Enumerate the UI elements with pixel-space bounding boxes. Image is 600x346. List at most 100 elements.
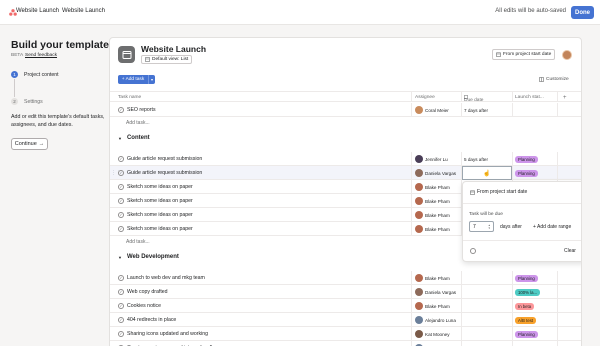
avatar[interactable] (415, 316, 423, 324)
complete-checkbox-icon[interactable]: ✓ (118, 211, 124, 218)
avatar[interactable] (415, 302, 423, 310)
avatar[interactable] (415, 169, 423, 177)
status-badge[interactable]: Planning (515, 169, 538, 177)
column-divider[interactable] (411, 92, 412, 102)
column-divider[interactable] (461, 92, 462, 102)
table-row[interactable]: ✓ Launch to web dev and mkg team Blake Pha… (110, 271, 581, 285)
assignee-name[interactable]: Blake Pham (425, 276, 450, 281)
days-offset-value[interactable]: 7 (473, 224, 476, 230)
avatar[interactable] (415, 106, 423, 114)
complete-checkbox-icon[interactable]: ✓ (118, 155, 124, 162)
avatar[interactable] (415, 197, 423, 205)
avatar[interactable] (562, 50, 572, 60)
table-row[interactable]: ✓ Cookies notice Blake Pham In beta (110, 299, 581, 313)
from-project-start-date-button[interactable]: From project start date (492, 49, 556, 60)
continue-button[interactable]: Continue → (11, 138, 48, 150)
task-name[interactable]: Sketch some ideas on paper (127, 212, 193, 218)
complete-checkbox-icon[interactable]: ✓ (118, 225, 124, 232)
column-due-date[interactable]: Due date (464, 95, 483, 103)
complete-checkbox-icon[interactable]: ✓ (118, 288, 124, 295)
assignee-name[interactable]: Blake Pham (425, 213, 450, 218)
assignee-name[interactable]: Daniela Vargas (425, 290, 456, 295)
step-settings[interactable]: Settings (24, 99, 43, 105)
section-title[interactable]: Web Development (127, 254, 179, 260)
status-badge[interactable]: Planning (515, 330, 538, 338)
add-column-button[interactable]: + (563, 95, 567, 101)
assignee-name[interactable]: Blake Pham (425, 199, 450, 204)
status-badge[interactable]: Planning (515, 274, 538, 282)
task-name[interactable]: Sketch some ideas on paper (127, 198, 193, 204)
avatar[interactable] (415, 183, 423, 191)
assignee-name[interactable]: Alejandro Luna (425, 318, 456, 323)
assignee-name[interactable]: Blake Pham (425, 304, 450, 309)
done-button[interactable]: Done (571, 6, 594, 19)
breadcrumb-project[interactable]: Website Launch (16, 8, 59, 14)
avatar[interactable] (415, 330, 423, 338)
assignee-name[interactable]: Jennifer Lu (425, 157, 448, 162)
complete-checkbox-icon[interactable]: ✓ (118, 302, 124, 309)
avatar[interactable] (415, 288, 423, 296)
default-view-button[interactable]: Default view: List (141, 55, 193, 64)
status-badge[interactable]: In beta (515, 302, 535, 310)
task-name[interactable]: Sharing icons updated and working (127, 331, 208, 337)
complete-checkbox-icon[interactable]: ✓ (118, 197, 124, 204)
chevron-down-icon[interactable]: ▼ (118, 136, 122, 141)
complete-checkbox-icon[interactable]: ✓ (118, 169, 124, 176)
assignee-name[interactable]: Daniela Vargas (425, 171, 456, 176)
section-header[interactable]: ▼ Content (118, 135, 150, 141)
breadcrumb-template[interactable]: Website Launch (62, 8, 105, 14)
status-badge[interactable]: 100% la... (515, 288, 541, 296)
avatar[interactable] (415, 155, 423, 163)
complete-checkbox-icon[interactable]: ✓ (118, 316, 124, 323)
complete-checkbox-icon[interactable]: ✓ (118, 330, 124, 337)
table-row[interactable]: ✓ Guide article request submission Jennife… (110, 152, 581, 166)
from-project-start-date-option[interactable]: From project start date (470, 189, 527, 195)
table-row[interactable]: ✓Create user journey and interaction flo… (110, 341, 581, 346)
add-task-inline-button[interactable]: Add task... (126, 239, 150, 245)
avatar[interactable] (415, 274, 423, 282)
chevron-down-icon[interactable]: ▼ (118, 255, 122, 260)
task-name[interactable]: Guide article request submission (127, 170, 202, 176)
step-project-content[interactable]: Project content (24, 72, 59, 78)
task-name[interactable]: Web copy drafted (127, 289, 168, 295)
section-title[interactable]: Content (127, 135, 150, 141)
assignee-name[interactable]: Kat Mooney (425, 332, 450, 337)
table-row[interactable]: ✓ Web copy drafted Daniela Vargas 100% la..… (110, 285, 581, 299)
add-task-inline-button[interactable]: Add task... (126, 120, 150, 126)
add-date-range-button[interactable]: + Add date range (533, 224, 571, 230)
customize-button[interactable]: Customize (539, 77, 569, 82)
table-row[interactable]: ✓ SEO reports Coral Meier 7 days after (110, 103, 581, 117)
task-name[interactable]: Cookies notice (127, 303, 161, 309)
assignee-name[interactable]: Blake Pham (425, 227, 450, 232)
task-name[interactable]: Sketch some ideas on paper (127, 184, 193, 190)
table-row[interactable]: ✓ Sharing icons updated and working Kat Mo… (110, 327, 581, 341)
assignee-name[interactable]: Blake Pham (425, 185, 450, 190)
add-task-button[interactable]: + Add task (118, 75, 148, 84)
column-assignee[interactable]: Assignee (415, 95, 435, 100)
column-task-name[interactable]: Task name (118, 95, 141, 100)
stepper-arrows-icon[interactable]: ▴ ▾ (488, 223, 490, 230)
assignee-name[interactable]: Coral Meier (425, 108, 449, 113)
avatar[interactable] (415, 225, 423, 233)
task-name[interactable]: Guide article request submission (127, 156, 202, 162)
add-task-dropdown-chevron-icon[interactable]: ▾ (148, 75, 155, 84)
column-divider[interactable] (512, 92, 513, 102)
project-icon[interactable] (118, 46, 135, 63)
clock-icon[interactable] (470, 248, 476, 254)
task-name[interactable]: Launch to web dev and mkg team (127, 275, 205, 281)
complete-checkbox-icon[interactable]: ✓ (118, 106, 124, 113)
send-feedback-link[interactable]: Send feedback (25, 53, 57, 58)
status-badge[interactable]: A/B test (515, 316, 537, 324)
project-title[interactable]: Website Launch (141, 44, 206, 54)
task-name[interactable]: 404 redirects in place (127, 317, 176, 323)
complete-checkbox-icon[interactable]: ✓ (118, 183, 124, 190)
column-launch-status[interactable]: Launch stat... (515, 95, 544, 100)
task-name[interactable]: Sketch some ideas on paper (127, 226, 193, 232)
section-header[interactable]: ▼ Web Development (118, 254, 179, 260)
avatar[interactable] (415, 211, 423, 219)
due-date[interactable]: 5 days after (464, 157, 488, 162)
status-badge[interactable]: Planning (515, 155, 538, 163)
table-row[interactable]: ⋮⋮ ✓ Guide article request submission ☝ Dani… (110, 166, 581, 180)
column-divider[interactable] (557, 92, 558, 102)
complete-checkbox-icon[interactable]: ✓ (118, 274, 124, 281)
